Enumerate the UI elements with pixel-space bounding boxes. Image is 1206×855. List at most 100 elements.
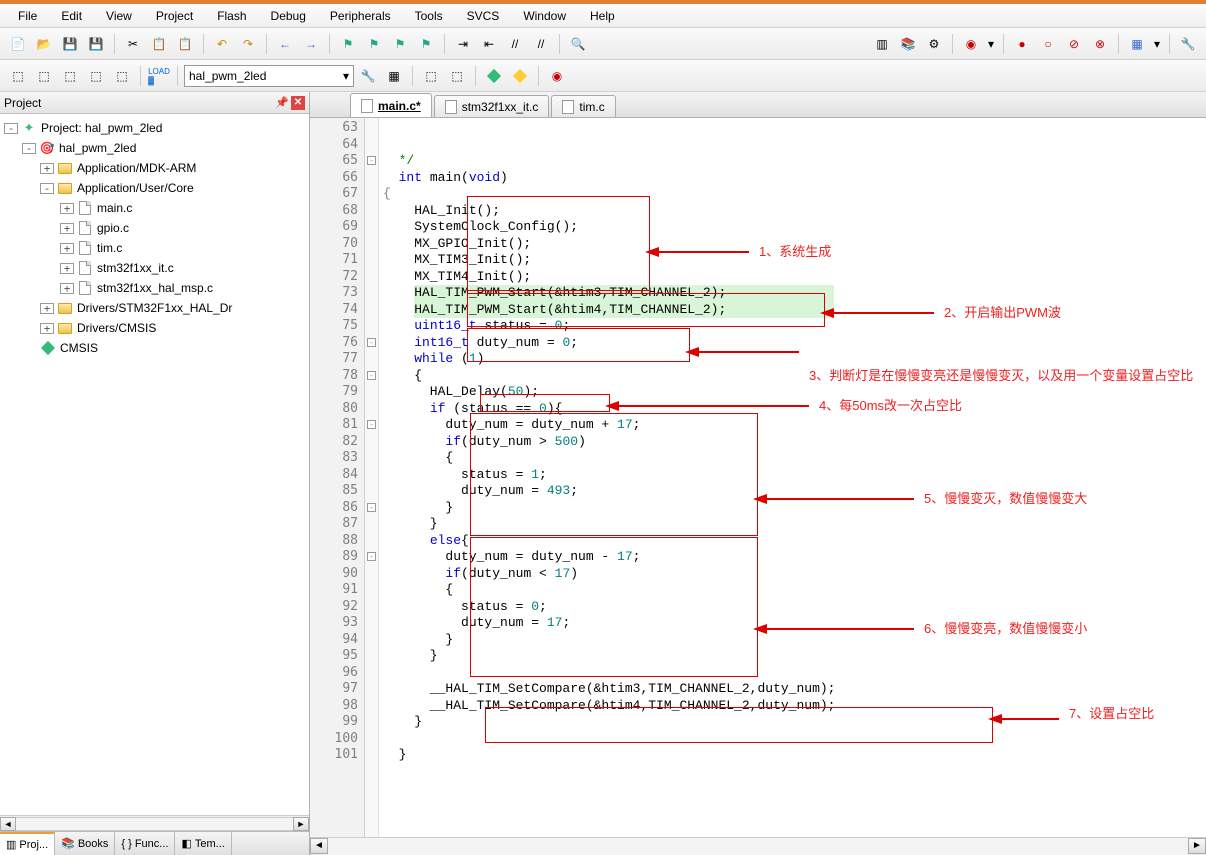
tree-file[interactable]: +main.c bbox=[2, 198, 307, 218]
breakpoint-enable-icon[interactable]: ○ bbox=[1036, 32, 1060, 56]
menu-view[interactable]: View bbox=[96, 6, 142, 26]
redo-icon[interactable]: ↷ bbox=[236, 32, 260, 56]
tree-project-root[interactable]: -✦Project: hal_pwm_2led bbox=[2, 118, 307, 138]
menu-window[interactable]: Window bbox=[513, 6, 576, 26]
options-icon[interactable]: ▦ bbox=[382, 64, 406, 88]
bottom-tab[interactable]: 📚Books bbox=[55, 832, 115, 855]
project-hscrollbar[interactable]: ◄ ► bbox=[0, 815, 309, 831]
tree-file[interactable]: +tim.c bbox=[2, 238, 307, 258]
code-line[interactable]: } bbox=[383, 747, 1206, 764]
bookmark-next-icon[interactable]: ⚑ bbox=[388, 32, 412, 56]
stop-build-icon[interactable]: ⬚ bbox=[110, 64, 134, 88]
uncomment-icon[interactable]: // bbox=[529, 32, 553, 56]
dropdown-icon[interactable]: ▾ bbox=[985, 32, 997, 56]
toolbar-main: 📄 📂 💾 💾 ✂ 📋 📋 ↶ ↷ ← → ⚑ ⚑ ⚑ ⚑ ⇥ ⇤ // // … bbox=[0, 28, 1206, 60]
diamond-yellow-icon[interactable] bbox=[508, 64, 532, 88]
download-icon[interactable]: LOAD▓ bbox=[147, 64, 171, 88]
code-line[interactable]: */ bbox=[383, 153, 1206, 170]
nav-back-icon[interactable]: ← bbox=[273, 32, 297, 56]
new-file-icon[interactable]: 📄 bbox=[6, 32, 30, 56]
breakpoint-kill-icon[interactable]: ⊗ bbox=[1088, 32, 1112, 56]
bottom-tab[interactable]: { }Func... bbox=[115, 832, 175, 855]
pack-installer-icon[interactable]: ⬚ bbox=[445, 64, 469, 88]
editor-tab[interactable]: tim.c bbox=[551, 95, 615, 117]
menu-svcs[interactable]: SVCS bbox=[457, 6, 510, 26]
scroll-right-icon[interactable]: ► bbox=[293, 817, 309, 831]
menu-flash[interactable]: Flash bbox=[207, 6, 256, 26]
code-line[interactable] bbox=[383, 780, 1206, 797]
translate-icon[interactable]: ⬚ bbox=[6, 64, 30, 88]
dropdown-icon[interactable]: ▾ bbox=[1151, 32, 1163, 56]
scroll-right-icon[interactable]: ► bbox=[1188, 838, 1206, 854]
tree-group[interactable]: +Drivers/STM32F1xx_HAL_Dr bbox=[2, 298, 307, 318]
debug-config-icon[interactable]: ◉ bbox=[959, 32, 983, 56]
scroll-left-icon[interactable]: ◄ bbox=[0, 817, 16, 831]
code-line[interactable] bbox=[383, 764, 1206, 781]
menu-debug[interactable]: Debug bbox=[261, 6, 316, 26]
start-debug-icon[interactable]: ◉ bbox=[545, 64, 569, 88]
target-selector[interactable]: hal_pwm_2led ▾ bbox=[184, 65, 354, 87]
folder-icon bbox=[57, 180, 73, 196]
project-tab-icon: ▥ bbox=[6, 838, 16, 851]
project-window-icon[interactable]: ▥ bbox=[870, 32, 894, 56]
comment-icon[interactable]: // bbox=[503, 32, 527, 56]
save-all-icon[interactable]: 💾 bbox=[84, 32, 108, 56]
books-window-icon[interactable]: 📚 bbox=[896, 32, 920, 56]
bookmark-clear-icon[interactable]: ⚑ bbox=[414, 32, 438, 56]
tree-group[interactable]: -Application/User/Core bbox=[2, 178, 307, 198]
code-view[interactable]: */ int main(void){ HAL_Init(); SystemClo… bbox=[379, 118, 1206, 837]
build-icon[interactable]: ⬚ bbox=[32, 64, 56, 88]
cut-icon[interactable]: ✂ bbox=[121, 32, 145, 56]
tree-file[interactable]: +stm32f1xx_hal_msp.c bbox=[2, 278, 307, 298]
tree-group[interactable]: +Drivers/CMSIS bbox=[2, 318, 307, 338]
scroll-left-icon[interactable]: ◄ bbox=[310, 838, 328, 854]
menu-file[interactable]: File bbox=[8, 6, 47, 26]
project-tree[interactable]: -✦Project: hal_pwm_2led -🎯hal_pwm_2led +… bbox=[0, 114, 309, 815]
undo-icon[interactable]: ↶ bbox=[210, 32, 234, 56]
bookmark-prev-icon[interactable]: ⚑ bbox=[362, 32, 386, 56]
pin-icon[interactable]: 📌 bbox=[275, 96, 289, 110]
editor-body: 6364656667686970717273747576777879808182… bbox=[310, 118, 1206, 837]
window-layout-icon[interactable]: ▦ bbox=[1125, 32, 1149, 56]
code-line[interactable]: int main(void) bbox=[383, 170, 1206, 187]
bottom-tab[interactable]: ▥Proj... bbox=[0, 832, 55, 855]
rebuild-icon[interactable]: ⬚ bbox=[58, 64, 82, 88]
target-options-icon[interactable]: 🔧 bbox=[356, 64, 380, 88]
tree-file[interactable]: +stm32f1xx_it.c bbox=[2, 258, 307, 278]
menu-tools[interactable]: Tools bbox=[405, 6, 453, 26]
menu-project[interactable]: Project bbox=[146, 6, 203, 26]
diamond-green-icon[interactable] bbox=[482, 64, 506, 88]
breakpoint-disable-icon[interactable]: ⊘ bbox=[1062, 32, 1086, 56]
tree-group[interactable]: +Application/MDK-ARM bbox=[2, 158, 307, 178]
menu-help[interactable]: Help bbox=[580, 6, 625, 26]
copy-icon[interactable]: 📋 bbox=[147, 32, 171, 56]
manage-rte-icon[interactable]: ⬚ bbox=[419, 64, 443, 88]
tree-target[interactable]: -🎯hal_pwm_2led bbox=[2, 138, 307, 158]
bookmark-toggle-icon[interactable]: ⚑ bbox=[336, 32, 360, 56]
outdent-icon[interactable]: ⇤ bbox=[477, 32, 501, 56]
editor-tab[interactable]: main.c* bbox=[350, 93, 432, 117]
find-in-files-icon[interactable]: 🔍 bbox=[566, 32, 590, 56]
functions-window-icon[interactable]: ⚙ bbox=[922, 32, 946, 56]
annotation-text: 2、开启输出PWM波 bbox=[944, 305, 1061, 322]
editor-hscrollbar[interactable]: ◄ ► bbox=[310, 837, 1206, 855]
batch-build-icon[interactable]: ⬚ bbox=[84, 64, 108, 88]
code-line[interactable]: __HAL_TIM_SetCompare(&htim3,TIM_CHANNEL_… bbox=[383, 681, 1206, 698]
templates-tab-icon: ◧ bbox=[181, 837, 191, 850]
save-icon[interactable]: 💾 bbox=[58, 32, 82, 56]
bottom-tab[interactable]: ◧Tem... bbox=[175, 832, 231, 855]
configure-icon[interactable]: 🔧 bbox=[1176, 32, 1200, 56]
editor-tab[interactable]: stm32f1xx_it.c bbox=[434, 95, 550, 117]
breakpoint-insert-icon[interactable]: ● bbox=[1010, 32, 1034, 56]
menu-peripherals[interactable]: Peripherals bbox=[320, 6, 401, 26]
close-icon[interactable]: ✕ bbox=[291, 96, 305, 110]
paste-icon[interactable]: 📋 bbox=[173, 32, 197, 56]
tree-file[interactable]: +gpio.c bbox=[2, 218, 307, 238]
open-icon[interactable]: 📂 bbox=[32, 32, 56, 56]
menu-edit[interactable]: Edit bbox=[51, 6, 92, 26]
tree-group[interactable]: CMSIS bbox=[2, 338, 307, 358]
fold-gutter[interactable]: ------ bbox=[365, 118, 379, 837]
functions-tab-icon: { } bbox=[121, 838, 131, 850]
nav-forward-icon[interactable]: → bbox=[299, 32, 323, 56]
indent-icon[interactable]: ⇥ bbox=[451, 32, 475, 56]
